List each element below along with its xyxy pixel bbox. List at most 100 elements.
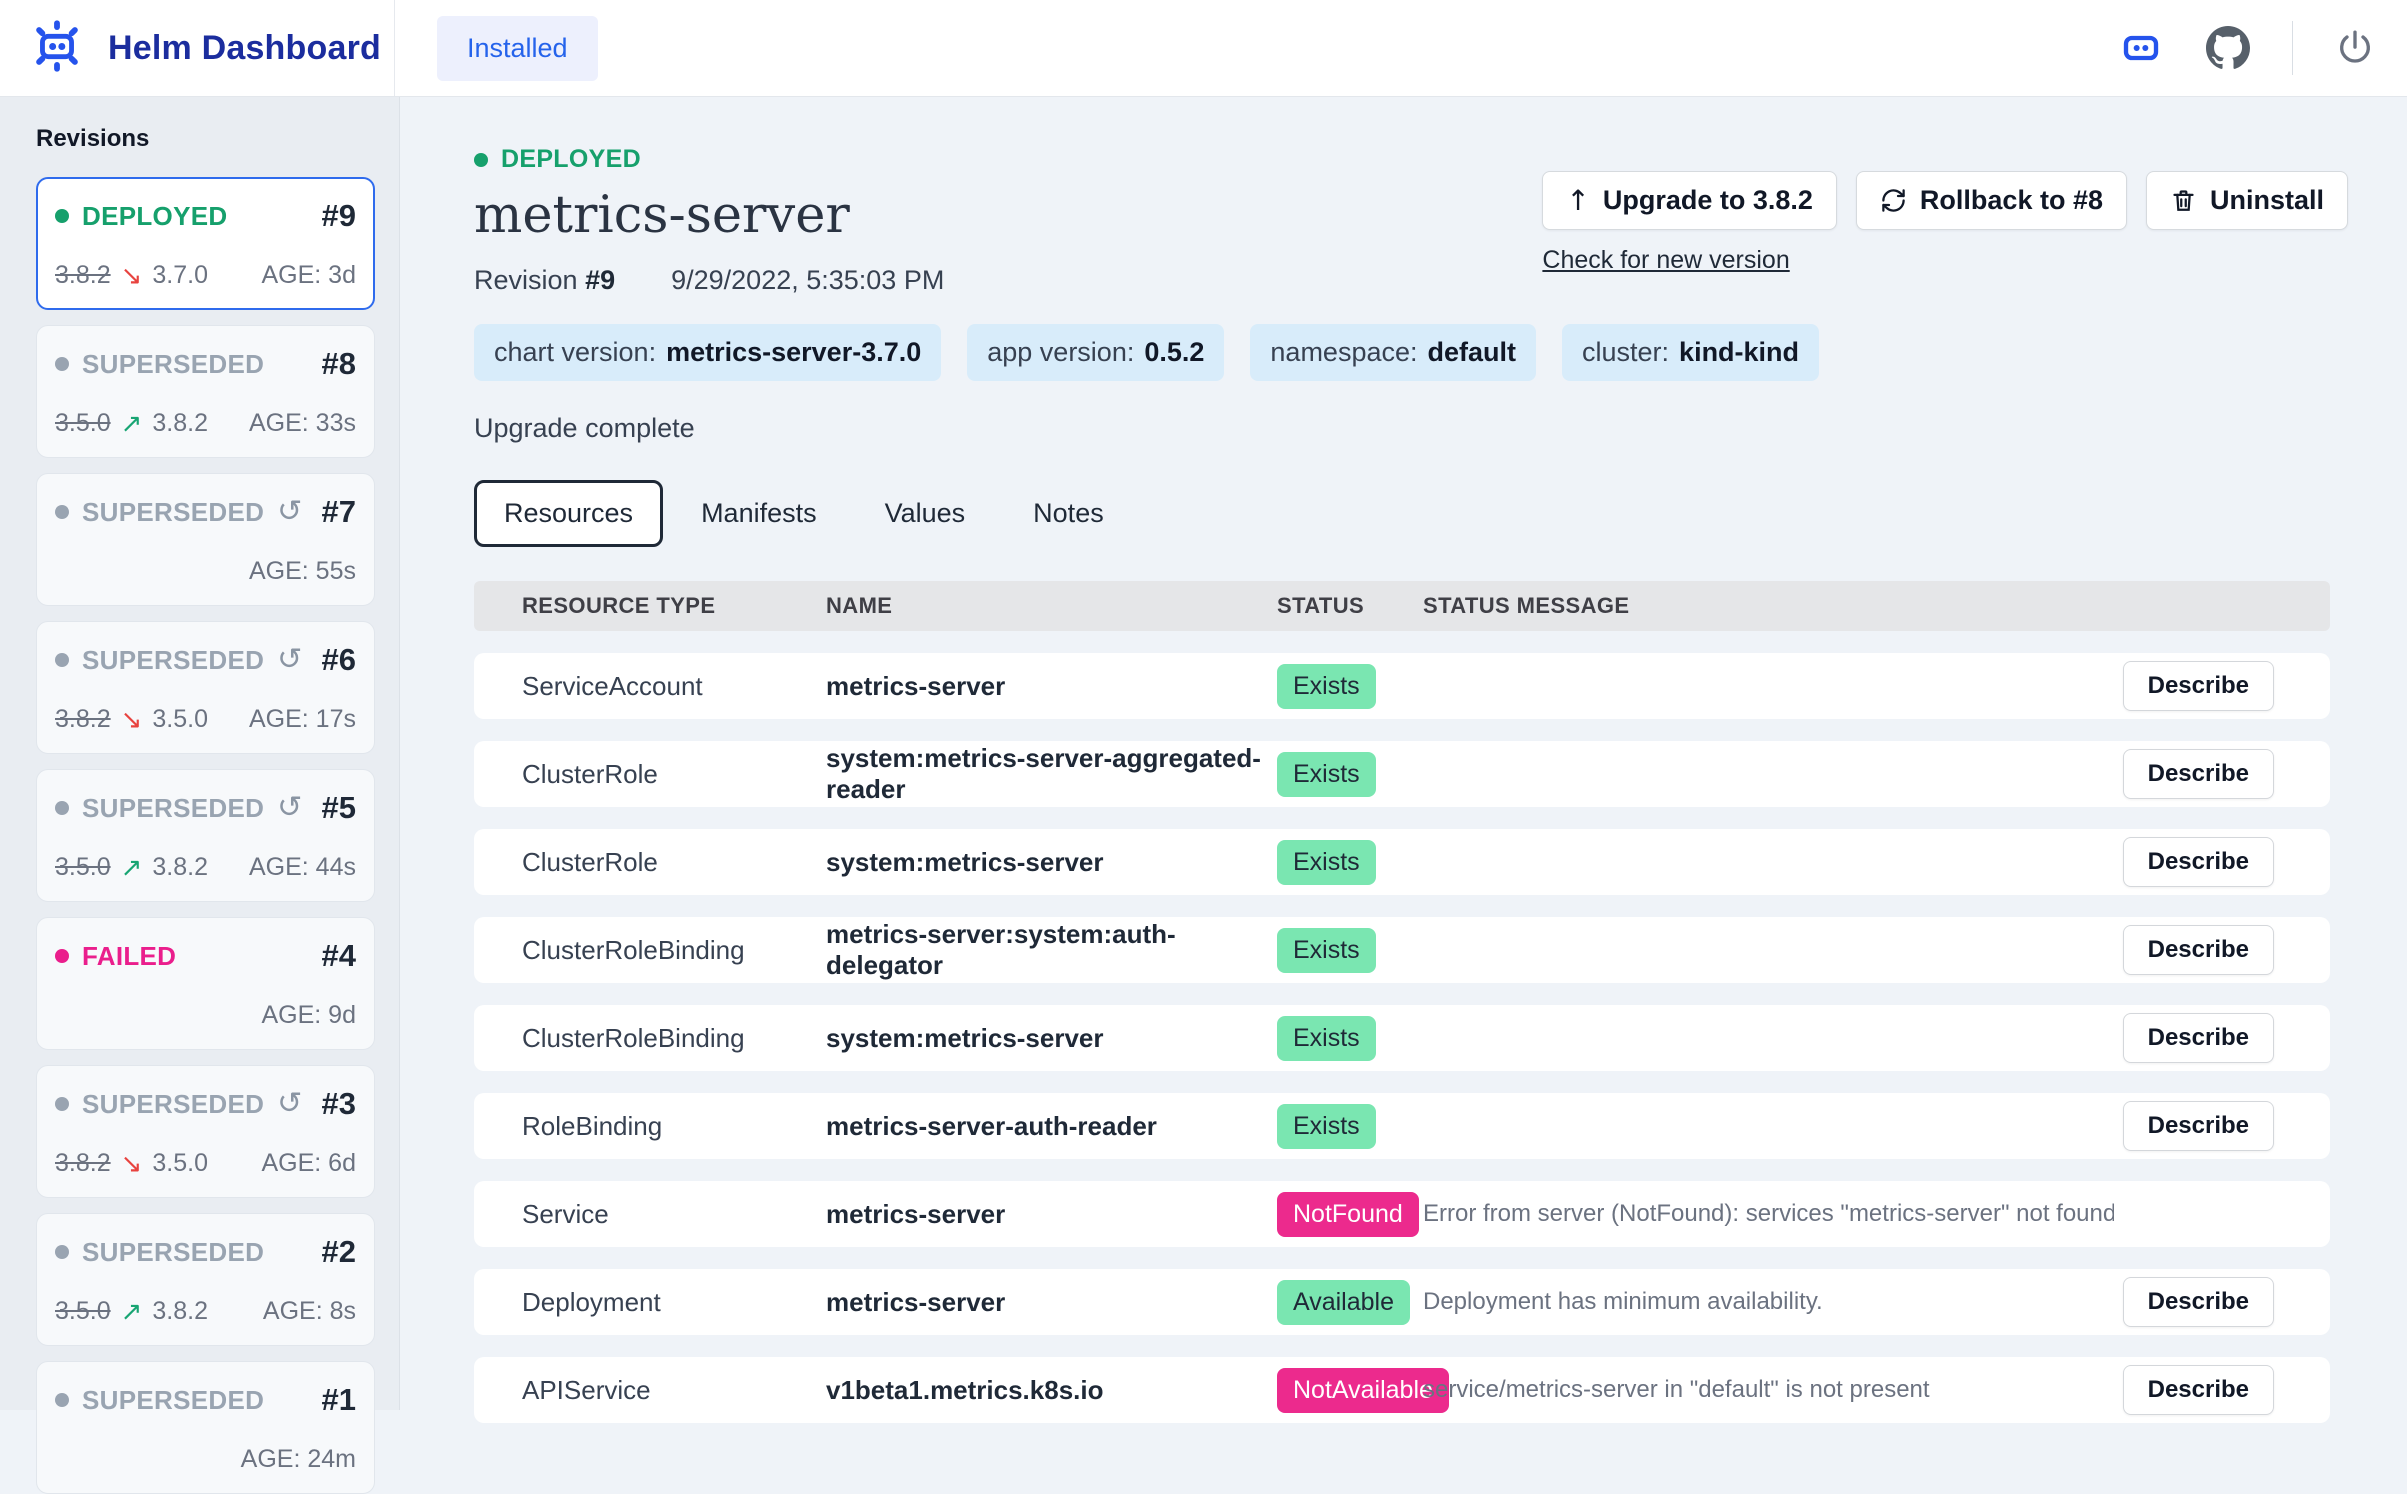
resource-type-cell: ClusterRole bbox=[522, 759, 826, 790]
app-title: Helm Dashboard bbox=[108, 29, 381, 68]
resource-type-cell: Service bbox=[522, 1199, 826, 1230]
version-arrow-icon: ↗ bbox=[121, 853, 143, 883]
table-row: RoleBinding metrics-server-auth-reader E… bbox=[474, 1093, 2330, 1159]
revision-card[interactable]: SUPERSEDED #1 AGE: 24m bbox=[36, 1361, 375, 1494]
revision-status: SUPERSEDED bbox=[55, 349, 264, 380]
status-badge: Exists bbox=[1277, 840, 1376, 885]
version-arrow-icon: ↘ bbox=[121, 1149, 143, 1179]
version-arrow-icon: ↗ bbox=[121, 409, 143, 439]
revision-age: AGE: 24m bbox=[241, 1445, 356, 1474]
revision-version-change: 3.8.2 ↘ 3.7.0 bbox=[55, 261, 208, 291]
table-row: Deployment metrics-server Available Depl… bbox=[474, 1269, 2330, 1335]
status-badge: Exists bbox=[1277, 1016, 1376, 1061]
status-dot-icon bbox=[55, 1097, 69, 1111]
revision-card[interactable]: SUPERSEDED #2 3.5.0 ↗ 3.8.2 AGE: 8s bbox=[36, 1213, 375, 1346]
nav-actions bbox=[2118, 21, 2407, 75]
resource-name-cell: system:metrics-server-aggregated-reader bbox=[826, 743, 1277, 805]
top-nav: Helm Dashboard Installed bbox=[0, 0, 2407, 97]
reconfigure-icon: ↺ bbox=[277, 645, 302, 675]
release-detail: DEPLOYED metrics-server Revision #9 9/29… bbox=[400, 97, 2407, 1410]
revision-card[interactable]: DEPLOYED #9 3.8.2 ↘ 3.7.0 AGE: 3d bbox=[36, 177, 375, 310]
status-dot-icon bbox=[55, 801, 69, 815]
status-dot-icon bbox=[55, 1393, 69, 1407]
status-dot-icon bbox=[55, 505, 69, 519]
status-dot-icon bbox=[474, 153, 488, 167]
reconfigure-icon: ↺ bbox=[277, 793, 302, 823]
resource-type-cell: ClusterRoleBinding bbox=[522, 935, 826, 966]
status-badge: Available bbox=[1277, 1280, 1410, 1325]
status-dot-icon bbox=[55, 209, 69, 223]
describe-button[interactable]: Describe bbox=[2123, 925, 2274, 975]
robot-icon[interactable] bbox=[2118, 28, 2164, 68]
nav-divider bbox=[394, 0, 395, 96]
describe-button[interactable]: Describe bbox=[2123, 1277, 2274, 1327]
version-arrow-icon: ↘ bbox=[121, 261, 143, 291]
revision-status: SUPERSEDED ↺ bbox=[55, 497, 303, 528]
up-arrow-icon: ↑ bbox=[1566, 184, 1589, 217]
reconfigure-icon: ↺ bbox=[277, 497, 302, 527]
tab[interactable]: Manifests bbox=[671, 480, 847, 547]
status-badge: Exists bbox=[1277, 664, 1376, 709]
release-badge: cluster: kind-kind bbox=[1562, 324, 1819, 381]
resource-status-cell: Exists bbox=[1277, 752, 1423, 797]
table-row: ClusterRole system:metrics-server-aggreg… bbox=[474, 741, 2330, 807]
resource-name-cell: metrics-server bbox=[826, 1199, 1277, 1230]
revision-age: AGE: 17s bbox=[249, 705, 356, 734]
column-header: RESOURCE TYPE bbox=[522, 593, 826, 619]
check-new-version-link[interactable]: Check for new version bbox=[1542, 246, 1789, 275]
table-row: ClusterRole system:metrics-server Exists… bbox=[474, 829, 2330, 895]
power-icon[interactable] bbox=[2335, 28, 2375, 68]
revisions-sidebar: Revisions DEPLOYED #9 3.8.2 ↘ 3.7.0 bbox=[0, 97, 400, 1410]
release-status: DEPLOYED bbox=[474, 145, 2330, 174]
resource-name-cell: system:metrics-server bbox=[826, 847, 1277, 878]
revision-card[interactable]: SUPERSEDED ↺ #3 3.8.2 ↘ 3.5.0 AGE: 6d bbox=[36, 1065, 375, 1198]
describe-button[interactable]: Describe bbox=[2123, 1013, 2274, 1063]
table-row: ClusterRoleBinding metrics-server:system… bbox=[474, 917, 2330, 983]
table-header: RESOURCE TYPE NAME STATUS STATUS MESSAGE bbox=[474, 581, 2330, 631]
trash-icon bbox=[2170, 187, 2197, 214]
uninstall-button[interactable]: Uninstall bbox=[2146, 171, 2348, 230]
revision-number: #5 bbox=[322, 790, 356, 826]
resource-status-cell: NotFound bbox=[1277, 1192, 1423, 1237]
revision-age: AGE: 55s bbox=[249, 557, 356, 586]
status-message-cell: Error from server (NotFound): services "… bbox=[1423, 1200, 2114, 1228]
revision-version-change: 3.8.2 ↘ 3.5.0 bbox=[55, 705, 208, 735]
describe-button[interactable]: Describe bbox=[2123, 749, 2274, 799]
resource-name-cell: v1beta1.metrics.k8s.io bbox=[826, 1375, 1277, 1406]
revision-card[interactable]: SUPERSEDED ↺ #5 3.5.0 ↗ 3.8.2 AGE: 44s bbox=[36, 769, 375, 902]
resource-status-cell: Exists bbox=[1277, 840, 1423, 885]
resource-type-cell: RoleBinding bbox=[522, 1111, 826, 1142]
describe-button[interactable]: Describe bbox=[2123, 1101, 2274, 1151]
resource-type-cell: ClusterRoleBinding bbox=[522, 1023, 826, 1054]
release-badges: chart version: metrics-server-3.7.0 app … bbox=[474, 324, 2330, 381]
resource-name-cell: metrics-server:system:auth-delegator bbox=[826, 919, 1277, 981]
status-dot-icon bbox=[55, 653, 69, 667]
status-badge: NotFound bbox=[1277, 1192, 1419, 1237]
status-dot-icon bbox=[55, 357, 69, 371]
revision-card[interactable]: SUPERSEDED ↺ #6 3.8.2 ↘ 3.5.0 AGE: 17s bbox=[36, 621, 375, 754]
github-icon[interactable] bbox=[2206, 26, 2250, 70]
installed-tab[interactable]: Installed bbox=[437, 16, 598, 81]
upgrade-button[interactable]: ↑ Upgrade to 3.8.2 bbox=[1542, 171, 1837, 230]
describe-button[interactable]: Describe bbox=[2123, 1365, 2274, 1415]
revision-age: AGE: 3d bbox=[262, 261, 357, 290]
resource-type-cell: Deployment bbox=[522, 1287, 826, 1318]
status-badge: Exists bbox=[1277, 752, 1376, 797]
revision-card[interactable]: SUPERSEDED #8 3.5.0 ↗ 3.8.2 AGE: 33s bbox=[36, 325, 375, 458]
reconfigure-icon: ↺ bbox=[277, 1089, 302, 1119]
resource-type-cell: ClusterRole bbox=[522, 847, 826, 878]
tab[interactable]: Notes bbox=[1003, 480, 1134, 547]
revision-number: #7 bbox=[322, 494, 356, 530]
revision-version-change: 3.5.0 ↗ 3.8.2 bbox=[55, 409, 208, 439]
status-dot-icon bbox=[55, 1245, 69, 1259]
describe-button[interactable]: Describe bbox=[2123, 661, 2274, 711]
rollback-button[interactable]: Rollback to #8 bbox=[1856, 171, 2127, 230]
tab[interactable]: Values bbox=[855, 480, 996, 547]
revision-status: FAILED bbox=[55, 941, 176, 972]
tab[interactable]: Resources bbox=[474, 480, 663, 547]
revision-card[interactable]: FAILED #4 AGE: 9d bbox=[36, 917, 375, 1050]
table-row: ClusterRoleBinding system:metrics-server… bbox=[474, 1005, 2330, 1071]
revision-card[interactable]: SUPERSEDED ↺ #7 AGE: 55s bbox=[36, 473, 375, 606]
revision-version-change: 3.5.0 ↗ 3.8.2 bbox=[55, 1297, 208, 1327]
describe-button[interactable]: Describe bbox=[2123, 837, 2274, 887]
